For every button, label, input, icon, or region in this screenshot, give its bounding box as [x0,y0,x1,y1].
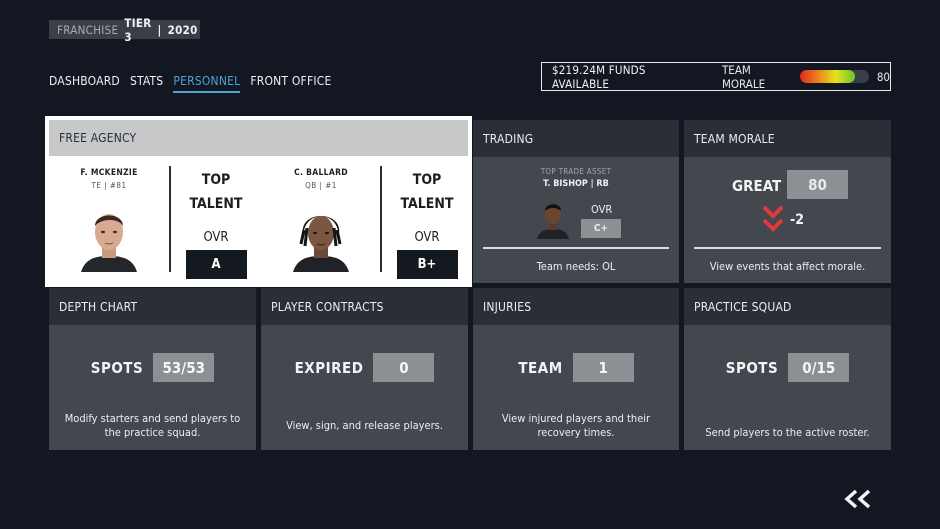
ovr-label: OVR [203,230,229,245]
season-year: 2020 [167,22,198,37]
practice-squad-title: PRACTICE SQUAD [684,288,891,325]
tab-dashboard[interactable]: DASHBOARD [49,74,120,93]
status-box: $219.24M FUNDS AVAILABLE TEAM MORALE 80 [541,62,891,91]
morale-events-link[interactable]: View events that affect morale. [684,260,891,273]
franchise-label: FRANCHISE [57,22,119,37]
divider [380,166,382,272]
morale-status: GREAT [732,177,782,195]
player-name: C. BALLARD [294,168,348,178]
player-position: QB | #1 [305,181,337,190]
talent-label-line2: TALENT [189,196,243,212]
funds-available: $219.24M FUNDS AVAILABLE [552,62,646,91]
depth-chart-title: DEPTH CHART [49,288,256,325]
talent-label-line2: TALENT [400,196,454,212]
franchise-tag: FRANCHISE TIER 3 | 2020 [49,16,200,44]
tier-divider: | [157,22,162,37]
expired-label: EXPIRED [294,358,364,377]
team-needs: Team needs: OL [536,260,616,273]
player-contracts-title: PLAYER CONTRACTS [261,288,468,325]
talent-label-line1: TOP [412,172,442,188]
team-label: TEAM [518,358,563,377]
talent-badge: TOP TALENT OVR A [178,168,254,279]
practice-squad-tile[interactable]: PRACTICE SQUAD SPOTS 0/15 Send players t… [684,288,891,450]
practice-squad-description: Send players to the active roster. [705,426,870,439]
free-agency-tile[interactable]: FREE AGENCY F. MCKENZIE TE | #81 TOP TAL… [45,116,472,287]
divider [483,247,669,249]
team-morale-tile[interactable]: TEAM MORALE GREAT 80 -2 View events that… [684,120,891,283]
ovr-label: OVR [414,230,440,245]
ovr-grade: C+ [581,219,621,238]
divider [169,166,171,272]
contracts-description: View, sign, and release players. [286,419,443,432]
morale-bar [800,70,869,83]
double-chevron-down-icon [763,205,783,232]
tab-personnel[interactable]: PERSONNEL [173,74,241,93]
trade-asset-avatar [537,204,569,239]
free-agent-card: C. BALLARD QB | #1 [263,168,379,190]
ovr-label: OVR [591,203,613,216]
morale-delta: -2 [790,212,804,228]
ovr-grade: B+ [396,250,458,279]
spots-label: SPOTS [90,358,144,377]
top-trade-asset-name: T. BISHOP | RB [543,179,609,189]
player-contracts-tile[interactable]: PLAYER CONTRACTS EXPIRED 0 View, sign, a… [261,288,468,450]
injuries-title: INJURIES [473,288,679,325]
team-morale-label: TEAM MORALE [721,62,766,91]
team-morale-title: TEAM MORALE [684,120,891,157]
divider [694,247,881,249]
spots-label: SPOTS [725,358,779,377]
injuries-description: View injured players and their recovery … [501,412,651,439]
ovr-grade: A [185,250,247,279]
depth-chart-description: Modify starters and send players to the … [64,412,241,439]
trading-title: TRADING [473,120,679,157]
morale-value: 80 [876,69,890,84]
main-nav: DASHBOARD STATS PERSONNEL FRONT OFFICE [49,74,332,93]
tier-label: TIER 3 [124,15,152,44]
double-chevron-left-icon[interactable] [843,489,873,509]
top-trade-asset-label: TOP TRADE ASSET [540,167,612,176]
trading-tile[interactable]: TRADING TOP TRADE ASSET T. BISHOP | RB O… [473,120,679,283]
tab-stats[interactable]: STATS [130,74,163,93]
tab-front-office[interactable]: FRONT OFFICE [250,74,331,93]
player-position: TE | #81 [91,181,127,190]
injured-count: 1 [572,353,634,382]
depth-chart-tile[interactable]: DEPTH CHART SPOTS 53/53 Modify starters … [49,288,256,450]
morale-bar-fill [800,70,856,83]
expired-value: 0 [373,353,435,382]
player-portrait-avatar [81,214,137,272]
spots-value: 0/15 [788,353,850,382]
free-agency-title: FREE AGENCY [49,120,468,156]
injuries-tile[interactable]: INJURIES TEAM 1 View injured players and… [473,288,679,450]
spots-value: 53/53 [153,353,215,382]
talent-label-line1: TOP [201,172,231,188]
talent-badge: TOP TALENT OVR B+ [389,168,465,279]
free-agent-card: F. MCKENZIE TE | #81 [51,168,167,190]
player-name: F. MCKENZIE [80,168,138,178]
morale-score: 80 [787,170,848,199]
team-morale-indicator: TEAM MORALE 80 [722,63,890,91]
player-portrait-avatar [293,216,349,272]
